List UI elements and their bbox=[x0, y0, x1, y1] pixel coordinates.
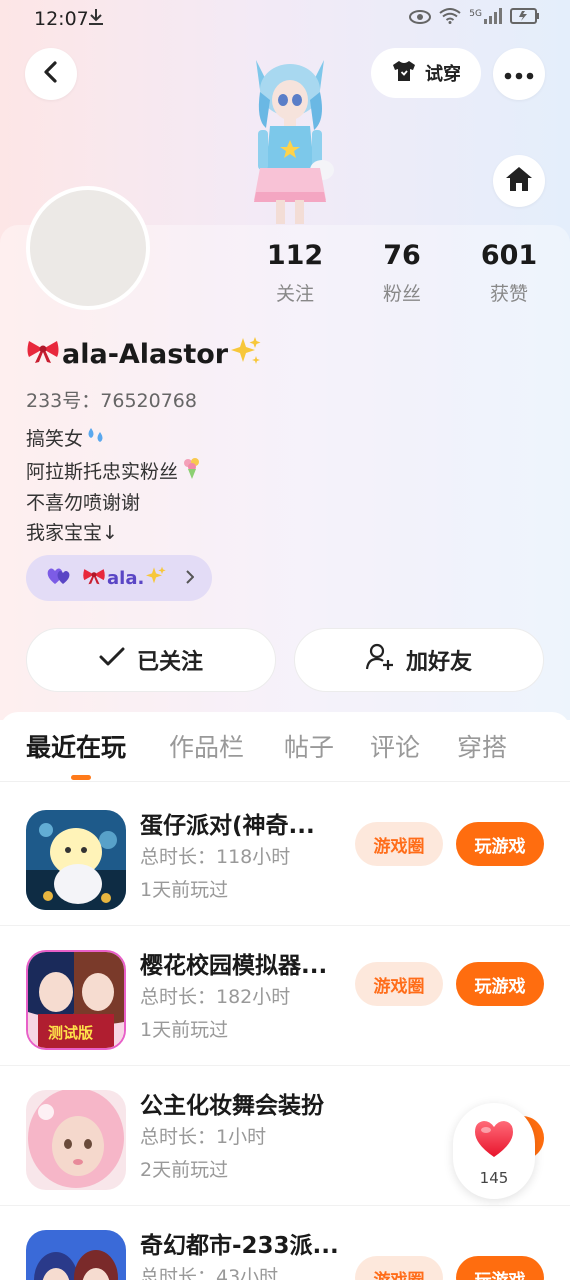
followed-label: 已关注 bbox=[136, 650, 203, 675]
play-game-button[interactable]: 玩游戏 bbox=[456, 962, 544, 1006]
avatar[interactable] bbox=[26, 186, 150, 310]
tab-posts[interactable]: 帖子 bbox=[284, 728, 334, 764]
tab-recently-played[interactable]: 最近在玩 bbox=[26, 728, 126, 764]
tab-indicator bbox=[71, 775, 91, 780]
back-button[interactable] bbox=[25, 48, 77, 100]
status-bar: 12:07 5G bbox=[0, 0, 570, 40]
group-label: ala. bbox=[107, 567, 145, 589]
add-user-icon bbox=[365, 643, 394, 677]
check-icon bbox=[99, 647, 125, 673]
ribbon-icon bbox=[82, 567, 106, 590]
network-type: 5G bbox=[469, 9, 482, 19]
following-count: 112 bbox=[266, 240, 324, 271]
user-id: 233号：76520768 bbox=[26, 390, 197, 412]
likes-label: 获赞 bbox=[489, 283, 528, 305]
double-heart-icon bbox=[46, 566, 72, 591]
try-on-button[interactable]: 试穿 bbox=[371, 48, 481, 98]
followed-button[interactable]: 已关注 bbox=[26, 628, 276, 692]
tab-comments[interactable]: 评论 bbox=[370, 728, 420, 764]
game-item[interactable]: 测试版 樱花校园模拟器... 总时长：182小时 1天前玩过 游戏圈 玩游戏 bbox=[0, 926, 570, 1066]
bio-line: 不喜勿喷谢谢 bbox=[26, 492, 141, 514]
more-dots-icon bbox=[504, 65, 534, 84]
stat-fans[interactable]: 76 粉丝 bbox=[357, 240, 447, 306]
game-circle-button[interactable]: 游戏圈 bbox=[355, 1256, 443, 1280]
group-link[interactable]: ala. bbox=[26, 555, 212, 601]
status-time: 12:07 bbox=[34, 8, 89, 30]
home-button[interactable] bbox=[493, 155, 545, 207]
game-duration: 总时长：118小时 bbox=[140, 846, 291, 868]
bio: 搞笑女 阿拉斯托忠实粉丝 不喜勿喷谢谢 我家宝宝↓ bbox=[26, 424, 204, 548]
game-name: 奇幻都市-233派... bbox=[140, 1233, 339, 1259]
game-icon[interactable] bbox=[26, 810, 126, 910]
game-last-played: 1天前玩过 bbox=[140, 1019, 229, 1041]
stat-following[interactable]: 112 关注 bbox=[250, 240, 340, 306]
game-icon-badge: 测试版 bbox=[48, 1024, 94, 1042]
tab-bar: 最近在玩 作品栏 帖子 评论 穿搭 bbox=[0, 712, 570, 782]
bio-line: 搞笑女 bbox=[26, 428, 84, 450]
bio-line: 阿拉斯托忠实粉丝 bbox=[26, 460, 179, 483]
game-item[interactable]: 奇幻都市-233派... 总时长：43小时 游戏圈 玩游戏 bbox=[0, 1206, 570, 1280]
game-duration: 总时长：182小时 bbox=[140, 986, 291, 1008]
wifi-icon bbox=[439, 8, 461, 28]
ribbon-icon bbox=[26, 338, 60, 371]
stat-likes[interactable]: 601 获赞 bbox=[464, 240, 554, 306]
eye-icon bbox=[409, 9, 432, 28]
battery-icon bbox=[510, 8, 540, 28]
following-label: 关注 bbox=[275, 283, 314, 305]
game-item[interactable]: 蛋仔派对(神奇... 总时长：118小时 1天前玩过 游戏圈 玩游戏 bbox=[0, 786, 570, 926]
home-icon bbox=[505, 166, 533, 196]
nickname-text: ala-Alastor bbox=[62, 339, 229, 370]
game-last-played: 2天前玩过 bbox=[140, 1159, 229, 1181]
fans-label: 粉丝 bbox=[382, 283, 421, 305]
game-icon[interactable] bbox=[26, 1230, 126, 1280]
tab-outfits[interactable]: 穿搭 bbox=[457, 728, 507, 764]
more-button[interactable] bbox=[493, 48, 545, 100]
chevron-left-icon bbox=[43, 61, 59, 87]
try-on-label: 试穿 bbox=[425, 64, 461, 85]
game-last-played: 1天前玩过 bbox=[140, 879, 229, 901]
game-icon[interactable] bbox=[26, 1090, 126, 1190]
download-icon bbox=[88, 8, 104, 31]
add-friend-button[interactable]: 加好友 bbox=[294, 628, 544, 692]
game-duration: 总时长：1小时 bbox=[140, 1126, 267, 1148]
play-game-button[interactable]: 玩游戏 bbox=[456, 1256, 544, 1280]
add-friend-label: 加好友 bbox=[405, 650, 472, 675]
game-duration: 总时长：43小时 bbox=[140, 1266, 279, 1280]
tshirt-icon bbox=[391, 59, 417, 88]
chevron-right-icon bbox=[185, 568, 195, 589]
game-icon[interactable]: 测试版 bbox=[26, 950, 126, 1050]
bio-line: 我家宝宝↓ bbox=[26, 521, 118, 544]
signal-icon bbox=[484, 8, 502, 28]
play-game-button[interactable]: 玩游戏 bbox=[456, 822, 544, 866]
sparkles-icon bbox=[230, 336, 262, 373]
bouquet-icon bbox=[180, 456, 204, 490]
game-name: 公主化妆舞会装扮 bbox=[140, 1093, 324, 1119]
heart-icon bbox=[473, 1119, 515, 1163]
fans-count: 76 bbox=[383, 240, 421, 271]
game-circle-button[interactable]: 游戏圈 bbox=[355, 962, 443, 1006]
character-avatar-image[interactable] bbox=[238, 50, 342, 226]
game-name: 樱花校园模拟器... bbox=[140, 953, 328, 979]
nickname: ala-Alastor bbox=[26, 336, 262, 373]
like-float-button[interactable]: 145 bbox=[453, 1103, 535, 1199]
tab-works[interactable]: 作品栏 bbox=[169, 728, 244, 764]
like-count: 145 bbox=[479, 1169, 509, 1187]
likes-count: 601 bbox=[480, 240, 538, 271]
game-name: 蛋仔派对(神奇... bbox=[140, 813, 315, 839]
sparkles-icon bbox=[145, 566, 167, 591]
sweat-drops-icon bbox=[85, 424, 107, 456]
game-circle-button[interactable]: 游戏圈 bbox=[355, 822, 443, 866]
